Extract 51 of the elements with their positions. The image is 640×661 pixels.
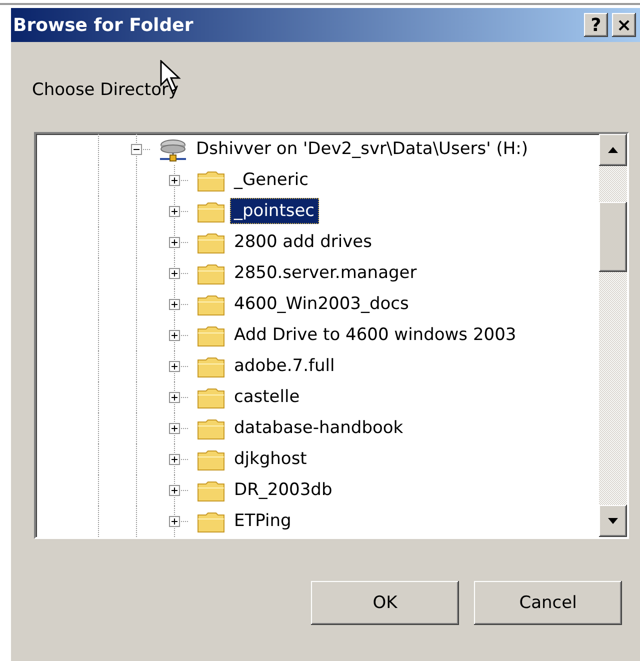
folder-icon xyxy=(196,169,226,193)
expand-icon[interactable] xyxy=(169,516,180,527)
help-button[interactable]: ? xyxy=(584,13,608,37)
folder-icon xyxy=(196,417,226,441)
tree-item[interactable]: Add Drive to 4600 windows 2003 xyxy=(230,322,520,348)
tree-item[interactable]: database-handbook xyxy=(230,415,408,441)
tree-item[interactable]: adobe.7.full xyxy=(230,353,339,379)
expand-icon[interactable] xyxy=(169,237,180,248)
prompt-label: Choose Directory xyxy=(32,80,179,100)
tree-item[interactable]: _Generic xyxy=(230,167,312,193)
expand-icon[interactable] xyxy=(169,392,180,403)
network-drive-icon xyxy=(158,138,188,162)
cancel-button[interactable]: Cancel xyxy=(474,581,622,625)
collapse-icon[interactable] xyxy=(131,144,142,155)
expand-icon[interactable] xyxy=(169,423,180,434)
tree-item[interactable]: ETPing xyxy=(230,508,296,534)
up-triangle-icon xyxy=(608,147,618,153)
ok-button[interactable]: OK xyxy=(311,581,459,625)
expand-icon[interactable] xyxy=(169,299,180,310)
scroll-up-button[interactable] xyxy=(599,134,627,166)
expand-icon[interactable] xyxy=(169,485,180,496)
vertical-scrollbar[interactable] xyxy=(599,134,627,537)
down-triangle-icon xyxy=(608,518,618,524)
tree-item[interactable]: castelle xyxy=(230,384,304,410)
window-title: Browse for Folder xyxy=(13,14,194,36)
folder-icon xyxy=(196,293,226,317)
expand-icon[interactable] xyxy=(169,330,180,341)
folder-icon xyxy=(196,386,226,410)
tree-item[interactable]: djkghost xyxy=(230,446,311,472)
scroll-thumb[interactable] xyxy=(599,202,627,272)
folder-icon xyxy=(196,262,226,286)
tree-item[interactable]: 4600_Win2003_docs xyxy=(230,291,413,317)
expand-icon[interactable] xyxy=(169,454,180,465)
folder-icon xyxy=(196,448,226,472)
tree-item[interactable]: Dshivver on 'Dev2_svr\Data\Users' (H:) xyxy=(192,136,532,162)
tree-item[interactable]: 2800 add drives xyxy=(230,229,376,255)
close-button[interactable]: × xyxy=(612,13,636,37)
expand-icon[interactable] xyxy=(169,361,180,372)
expand-icon[interactable] xyxy=(169,268,180,279)
tree-item[interactable]: 2850.server.manager xyxy=(230,260,421,286)
folder-icon xyxy=(196,355,226,379)
tree-item[interactable]: _pointsec xyxy=(230,198,319,224)
folder-icon xyxy=(196,324,226,348)
folder-icon xyxy=(196,510,226,534)
folder-icon xyxy=(196,231,226,255)
expand-icon[interactable] xyxy=(169,175,180,186)
tree-item[interactable]: DR_2003db xyxy=(230,477,336,503)
expand-icon[interactable] xyxy=(169,206,180,217)
scroll-down-button[interactable] xyxy=(599,505,627,537)
folder-icon xyxy=(196,200,226,224)
folder-icon xyxy=(196,479,226,503)
